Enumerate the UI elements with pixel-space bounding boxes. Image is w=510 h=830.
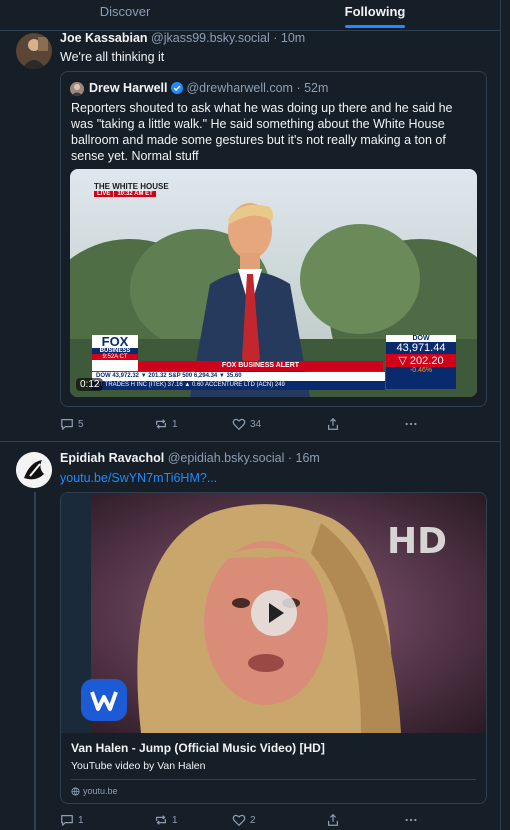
dow-value: 43,971.44 <box>396 342 446 354</box>
active-tab-indicator <box>345 25 405 28</box>
down-arrow-icon: ▽ <box>398 355 410 367</box>
post-author-line: Epidiah Ravachol @epidiah.bsky.social · … <box>60 451 320 465</box>
post-actions: 1 1 2 <box>60 813 434 827</box>
share-icon <box>328 417 338 430</box>
card-divider <box>71 779 476 780</box>
like-count: 34 <box>250 418 262 430</box>
dow-change: ▽ 202.20 <box>386 354 456 367</box>
author-handle[interactable]: @jkass99.bsky.social <box>151 31 270 45</box>
author-display-name[interactable]: Epidiah Ravachol <box>60 451 164 465</box>
repost-button[interactable]: 1 <box>154 417 232 431</box>
external-link-card[interactable]: HD Van Halen - Jump (Official Music Vide… <box>60 492 487 804</box>
verified-badge-icon <box>171 82 183 97</box>
banner-title: THE WHITE HOUSE <box>94 182 169 191</box>
card-title: Van Halen - Jump (Official Music Video) … <box>71 741 325 755</box>
live-badge: LIVE <box>94 191 114 197</box>
reply-button[interactable]: 5 <box>60 417 154 431</box>
ticker-line-b: AT TRADES H INC (ITEK) 37.16 ▲ 0.60 ACCE… <box>92 381 385 390</box>
heart-icon <box>232 418 246 431</box>
warner-logo-icon <box>81 679 127 721</box>
repost-count: 1 <box>172 814 178 826</box>
post-timestamp[interactable]: · 16m <box>288 451 320 465</box>
column-border <box>500 0 501 830</box>
globe-icon <box>71 786 80 796</box>
quote-author-line: Drew Harwell @drewharwell.com · 52m <box>89 81 328 97</box>
fox-business-logo: FOX BUSINESS 9:52A CT <box>92 335 138 371</box>
avatar[interactable] <box>16 33 52 69</box>
feed-post[interactable]: Joe Kassabian @jkass99.bsky.social · 10m… <box>0 31 500 441</box>
quote-text: Reporters shouted to ask what he was doi… <box>71 101 453 163</box>
more-options-button[interactable] <box>404 813 434 827</box>
heart-icon <box>232 814 246 827</box>
share-icon <box>328 813 338 826</box>
quote-handle: @drewharwell.com <box>186 81 293 95</box>
quote-display-name: Drew Harwell <box>89 81 168 95</box>
like-button[interactable]: 2 <box>232 813 326 827</box>
repost-icon <box>156 815 166 825</box>
tab-following-label: Following <box>344 4 406 19</box>
tab-following[interactable]: Following <box>250 0 500 30</box>
thread-line <box>34 492 36 830</box>
like-button[interactable]: 34 <box>232 417 326 431</box>
video-duration: 0:12 <box>76 378 104 391</box>
reply-button[interactable]: 1 <box>60 813 154 827</box>
white-house-banner: THE WHITE HOUSE LIVE 10:32 AM ET <box>94 182 169 197</box>
tab-discover-label: Discover <box>99 4 151 19</box>
more-dots-icon <box>405 422 417 426</box>
author-handle[interactable]: @epidiah.bsky.social <box>168 451 285 465</box>
dow-change-value: 202.20 <box>409 355 444 367</box>
post-timestamp[interactable]: · 10m <box>273 31 305 45</box>
share-button[interactable] <box>326 813 404 827</box>
hd-label: HD <box>387 521 448 562</box>
quote-avatar <box>70 82 84 96</box>
dow-box: DOW 43,971.44 ▽ 202.20 -0.46% <box>386 335 456 389</box>
repost-icon <box>156 419 166 429</box>
reply-count: 5 <box>78 418 84 430</box>
play-icon <box>269 603 284 623</box>
live-time: 10:32 AM ET <box>114 191 156 197</box>
post-actions: 5 1 34 <box>60 417 434 431</box>
card-domain-row: youtu.be <box>71 786 118 796</box>
author-display-name[interactable]: Joe Kassabian <box>60 31 148 45</box>
quote-timestamp: · 52m <box>296 81 329 95</box>
network-local-time: 9:52A CT <box>92 354 138 360</box>
video-player[interactable]: THE WHITE HOUSE LIVE 10:32 AM ET FOX BUS… <box>70 169 477 397</box>
post-author-line: Joe Kassabian @jkass99.bsky.social · 10m <box>60 31 305 45</box>
avatar[interactable] <box>16 452 52 488</box>
feed-tabs: Discover Following <box>0 0 500 31</box>
alert-bar: FOX BUSINESS ALERT <box>138 361 383 371</box>
share-button[interactable] <box>326 417 404 431</box>
network-logo-text: FOX <box>101 334 129 349</box>
video-thumbnail[interactable]: HD <box>61 493 486 733</box>
tab-discover[interactable]: Discover <box>0 0 250 30</box>
more-options-button[interactable] <box>404 417 434 431</box>
card-description: YouTube video by Van Halen <box>71 760 206 772</box>
reply-count: 1 <box>78 814 84 826</box>
quoted-post[interactable]: Drew Harwell @drewharwell.com · 52m Repo… <box>60 71 487 407</box>
ticker-line-a: DOW 43,972.32 ▼ 201.32 S&P 500 6,294.34 … <box>92 372 385 381</box>
more-dots-icon <box>405 818 417 822</box>
post-link[interactable]: youtu.be/SwYN7mTi6HM?... <box>60 470 217 486</box>
card-domain: youtu.be <box>83 786 118 796</box>
repost-count: 1 <box>172 418 178 430</box>
reply-icon <box>61 419 73 430</box>
dow-percent: -0.46% <box>409 367 433 374</box>
post-text: We're all thinking it <box>60 50 165 64</box>
repost-button[interactable]: 1 <box>154 813 232 827</box>
dow-label: DOW <box>386 335 456 342</box>
reply-icon <box>61 815 73 826</box>
play-button[interactable] <box>251 590 297 636</box>
like-count: 2 <box>250 814 256 826</box>
